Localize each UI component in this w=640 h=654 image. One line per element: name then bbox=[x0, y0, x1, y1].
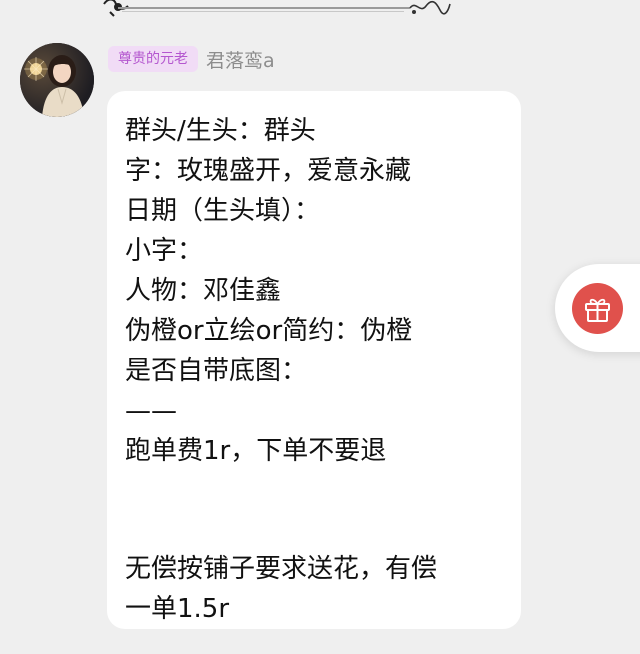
user-avatar[interactable] bbox=[20, 43, 94, 117]
previous-message-image-edge bbox=[96, 0, 456, 22]
chat-screen: 尊贵的元老 君落鸾a 群头/生头：群头 字：玫瑰盛开，爱意永藏 日期（生头填）：… bbox=[0, 0, 640, 654]
message-line: 跑单费1r，下单不要退 bbox=[125, 436, 387, 466]
decorative-ornament-icon bbox=[103, 0, 129, 17]
message-line: 群头/生头：群头 bbox=[125, 116, 316, 146]
gift-icon bbox=[585, 298, 610, 322]
message-line: 一单1.5r bbox=[125, 594, 230, 624]
message-line: —— bbox=[125, 396, 177, 426]
message-line: 无偿按铺子要求送花，有偿 bbox=[125, 554, 438, 584]
message-bubble[interactable]: 群头/生头：群头 字：玫瑰盛开，爱意永藏 日期（生头填）： 小字： 人物：邓佳鑫… bbox=[107, 91, 521, 629]
message-line: 日期（生头填）： bbox=[125, 196, 321, 226]
message-line: 伪橙or立绘or简约：伪橙 bbox=[125, 316, 413, 346]
gift-button[interactable] bbox=[555, 264, 640, 352]
gift-button-circle[interactable] bbox=[572, 283, 623, 334]
message-line: 小字： bbox=[125, 236, 204, 266]
decorative-script-icon bbox=[409, 0, 451, 15]
message-line: 人物：邓佳鑫 bbox=[125, 276, 282, 306]
message-line bbox=[125, 471, 503, 510]
sender-name[interactable]: 君落鸾a bbox=[206, 46, 275, 73]
message-line: 是否自带底图： bbox=[125, 356, 308, 386]
message-line: 字：玫瑰盛开，爱意永藏 bbox=[125, 156, 412, 186]
sender-info: 尊贵的元老 君落鸾a bbox=[108, 44, 275, 74]
message-line bbox=[125, 510, 503, 549]
member-title-badge: 尊贵的元老 bbox=[108, 46, 198, 72]
